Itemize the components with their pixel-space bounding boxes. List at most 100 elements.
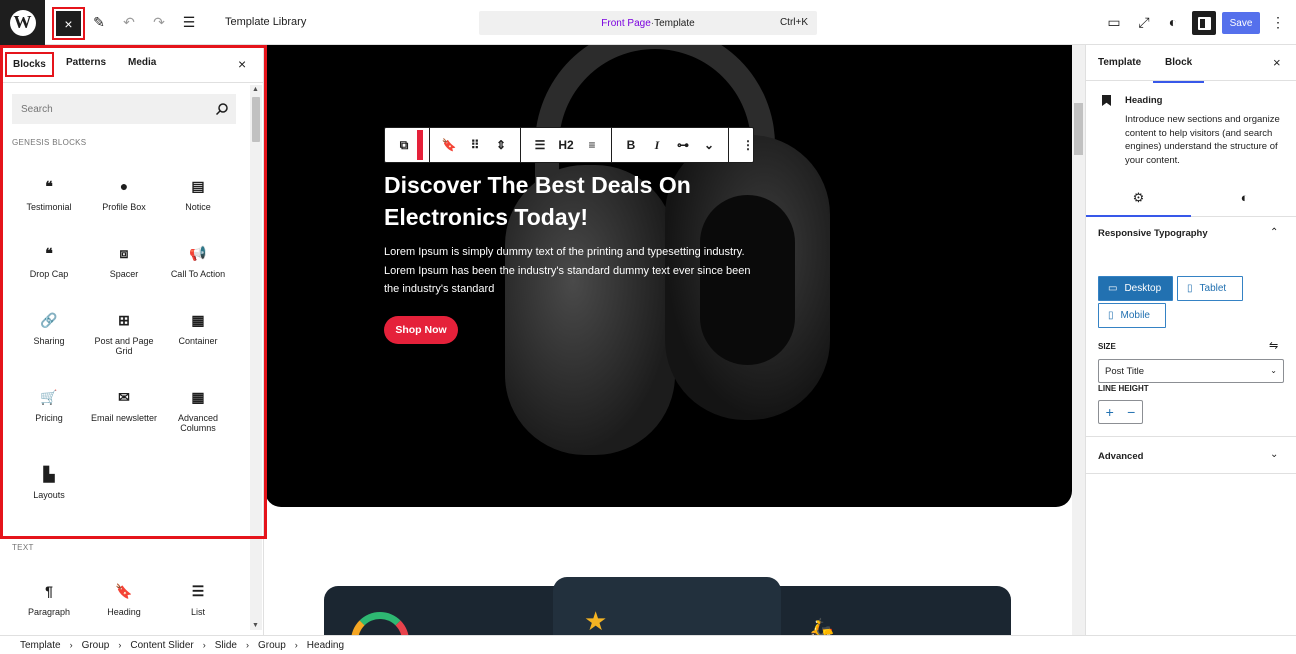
line-height-stepper[interactable]: + − [1098, 400, 1143, 424]
undo-icon[interactable]: ↶ [119, 12, 139, 32]
block-inserter-panel: Blocks Patterns Media × GENESIS BLOCKS ❝… [0, 45, 264, 635]
notice-icon: ▤ [191, 177, 205, 194]
bookmark-icon[interactable]: 🔖 [436, 138, 462, 152]
panel-advanced[interactable]: Advanced ⌄ [1086, 436, 1296, 474]
hero-heading[interactable]: Discover The Best Deals On Electronics T… [384, 169, 744, 233]
close-inserter-icon[interactable]: × [238, 56, 246, 72]
block-call-to-action[interactable]: 📢 Call To Action [161, 241, 235, 280]
block-layouts[interactable]: ▙ Layouts [12, 462, 86, 501]
device-label: Mobile [1120, 310, 1150, 321]
block-heading[interactable]: 🔖 Heading [87, 579, 161, 618]
device-tablet-button[interactable]: ▯ Tablet [1177, 276, 1243, 301]
delivery-icon: 🛵 [809, 618, 834, 635]
breadcrumb-separator: › [246, 640, 249, 650]
gear-icon[interactable]: ⚙ [1086, 190, 1191, 217]
tab-media[interactable]: Media [128, 57, 156, 68]
plus-icon[interactable]: + [1106, 404, 1114, 420]
close-sidebar-icon[interactable]: × [1273, 55, 1281, 70]
redo-icon[interactable]: ↷ [149, 12, 169, 32]
device-desktop-button[interactable]: ▭ Desktop [1098, 276, 1173, 301]
block-pricing[interactable]: 🛒 Pricing [12, 385, 86, 424]
block-profile-box[interactable]: ● Profile Box [87, 174, 161, 212]
block-notice[interactable]: ▤ Notice [161, 174, 235, 213]
spacer-icon: ⧈ [119, 244, 129, 261]
document-overview-icon[interactable]: ☰ [179, 12, 199, 32]
block-toolbar: ⧉ 🔖 ⠿ ⇕ ☰ H2 ≡ B I ⊶ ⌄ ⋮ [384, 127, 754, 163]
size-select[interactable]: Post Title ⌄ [1098, 359, 1284, 383]
block-testimonial[interactable]: ❝ Testimonial [12, 174, 86, 213]
device-mobile-button[interactable]: ▯ Mobile [1098, 303, 1166, 328]
breadcrumb-item[interactable]: Heading [307, 640, 344, 651]
breadcrumb-item[interactable]: Slide [215, 640, 237, 651]
block-drop-cap[interactable]: ❝ Drop Cap [12, 241, 86, 280]
wordpress-logo-icon[interactable]: W [0, 0, 45, 45]
fullscreen-icon[interactable]: ⤢ [1134, 12, 1154, 32]
block-label: Paragraph [27, 607, 71, 617]
mobile-icon: ▯ [1108, 310, 1114, 321]
block-spacer[interactable]: ⧈ Spacer [87, 241, 161, 280]
more-options-icon[interactable]: ⋮ [735, 138, 761, 152]
block-card-description: Introduce new sections and organize cont… [1125, 114, 1280, 166]
category-heading-text: TEXT [12, 543, 34, 552]
block-container[interactable]: ▦ Container [161, 308, 235, 347]
inspector-tabs: ⚙ ◐ [1086, 182, 1296, 217]
scroll-thumb[interactable] [252, 97, 260, 142]
block-advanced-columns[interactable]: ▦ Advanced Columns [161, 385, 235, 434]
drag-handle-icon[interactable]: ⠿ [462, 138, 488, 152]
block-email-newsletter[interactable]: ✉ Email newsletter [87, 385, 161, 424]
view-desktop-icon[interactable]: ▭ [1104, 12, 1124, 32]
more-options-icon[interactable]: ⋮ [1268, 12, 1288, 32]
breadcrumb-item[interactable]: Group [258, 640, 286, 651]
chevron-up-icon[interactable]: ⌃ [1270, 227, 1278, 238]
hero-slide[interactable]: ⧉ 🔖 ⠿ ⇕ ☰ H2 ≡ B I ⊶ ⌄ ⋮ Discover The Be… [265, 45, 1072, 507]
toggle-block-inserter-button[interactable]: × [52, 7, 85, 40]
breadcrumb-item[interactable]: Template [20, 640, 61, 651]
breadcrumb-item[interactable]: Group [82, 640, 110, 651]
block-label: Call To Action [170, 269, 226, 279]
shop-now-button[interactable]: Shop Now [384, 316, 458, 344]
chevron-down-icon[interactable]: ⌄ [696, 138, 722, 152]
select-parent-icon[interactable]: ⧉ [391, 138, 417, 153]
italic-icon[interactable]: I [644, 138, 670, 153]
bold-icon[interactable]: B [618, 138, 644, 152]
sliders-icon[interactable]: ⇋ [1269, 339, 1278, 352]
block-paragraph[interactable]: ¶ Paragraph [12, 579, 86, 617]
tab-patterns[interactable]: Patterns [66, 57, 106, 68]
block-sharing[interactable]: 🔗 Sharing [12, 308, 86, 347]
breadcrumb-separator: › [69, 640, 73, 650]
styles-icon[interactable]: ◐ [1192, 190, 1296, 205]
chevron-down-icon: ⌄ [1270, 366, 1277, 375]
breadcrumb-item[interactable]: Content Slider [130, 640, 193, 651]
tab-block[interactable]: Block [1152, 57, 1205, 83]
scroll-up-icon[interactable]: ▲ [252, 86, 259, 93]
heading-level-button[interactable]: H2 [553, 138, 579, 152]
panel-title-responsive-typography[interactable]: Responsive Typography [1098, 228, 1208, 239]
line-height-label: LINE HEIGHT [1098, 384, 1149, 393]
move-updown-icon[interactable]: ⇕ [488, 138, 514, 152]
link-icon[interactable]: ⊶ [670, 138, 696, 152]
category-heading-genesis: GENESIS BLOCKS [12, 138, 87, 147]
minus-icon[interactable]: − [1127, 404, 1135, 420]
align-wide-icon[interactable]: ☰ [527, 138, 553, 152]
command-palette-bar[interactable]: Front Page · Template Ctrl+K [479, 11, 817, 35]
block-list[interactable]: ☰ List [161, 579, 235, 618]
block-label: Post and Page Grid [94, 336, 154, 356]
template-library-link[interactable]: Template Library [225, 16, 306, 28]
text-align-icon[interactable]: ≡ [579, 138, 605, 152]
block-post-page-grid[interactable]: ⊞ Post and Page Grid [87, 308, 161, 357]
tab-template[interactable]: Template [1098, 57, 1141, 68]
hero-description[interactable]: Lorem Ipsum is simply dummy text of the … [384, 243, 754, 299]
pencil-icon[interactable]: ✎ [89, 12, 109, 32]
tab-blocks[interactable]: Blocks [5, 52, 54, 77]
top-toolbar: W × ✎ ↶ ↷ ☰ Template Library Front Page … [0, 0, 1296, 45]
canvas-scrollbar[interactable] [1072, 45, 1085, 635]
scroll-thumb[interactable] [1074, 103, 1083, 155]
save-button[interactable]: Save [1222, 12, 1260, 34]
scroll-down-icon[interactable]: ▼ [252, 622, 259, 629]
editor-canvas: ⧉ 🔖 ⠿ ⇕ ☰ H2 ≡ B I ⊶ ⌄ ⋮ Discover The Be… [265, 45, 1085, 635]
settings-toggle-button[interactable] [1192, 11, 1216, 35]
toolbar-group-parent: ⧉ [385, 128, 430, 162]
styles-icon[interactable]: ◐ [1163, 12, 1183, 32]
search-input[interactable] [12, 94, 236, 124]
inserter-scrollbar[interactable]: ▲ ▼ [250, 85, 262, 630]
